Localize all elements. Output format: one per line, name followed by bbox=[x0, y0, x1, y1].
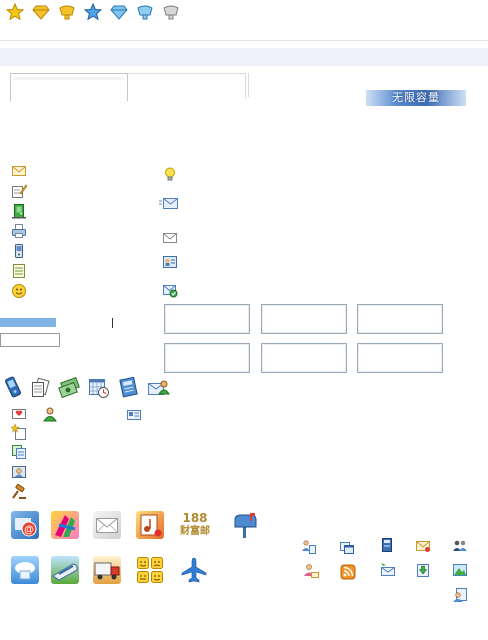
calendar-clock-icon[interactable] bbox=[88, 377, 110, 399]
book-icon[interactable] bbox=[379, 537, 395, 553]
compose-icon[interactable] bbox=[11, 183, 27, 199]
cloud-tile[interactable] bbox=[11, 556, 39, 584]
person-mail-icon[interactable] bbox=[303, 563, 319, 579]
group-icon[interactable] bbox=[452, 538, 468, 554]
diamond-blue-icon bbox=[110, 3, 128, 21]
mailbox-tile[interactable] bbox=[231, 511, 259, 539]
gavel-icon[interactable] bbox=[11, 484, 27, 500]
mail-heart-icon[interactable] bbox=[11, 406, 27, 422]
envelope-icon[interactable] bbox=[11, 163, 27, 179]
windows-icon[interactable] bbox=[339, 539, 355, 555]
music-card-tile[interactable] bbox=[136, 511, 164, 539]
tab-active-highlight bbox=[14, 77, 124, 80]
svg-text:@: @ bbox=[24, 525, 34, 536]
truck-tile[interactable] bbox=[93, 556, 121, 584]
mail-gray-icon[interactable] bbox=[162, 230, 178, 246]
user-settings-icon[interactable] bbox=[452, 587, 468, 603]
contacts-icon[interactable] bbox=[147, 377, 171, 399]
option-box-4[interactable] bbox=[164, 343, 250, 373]
door-icon[interactable] bbox=[11, 203, 27, 219]
train-tile[interactable] bbox=[51, 556, 79, 584]
option-box-6[interactable] bbox=[357, 343, 443, 373]
option-box-3[interactable] bbox=[357, 304, 443, 334]
printer-icon[interactable] bbox=[11, 223, 27, 239]
notepad-icon[interactable] bbox=[11, 263, 27, 279]
ribbon-tile[interactable] bbox=[51, 511, 79, 539]
tab-inactive[interactable] bbox=[128, 73, 246, 99]
nav-bar bbox=[0, 48, 488, 66]
mail-check-icon[interactable] bbox=[162, 282, 178, 298]
address-book-icon[interactable] bbox=[118, 376, 140, 398]
188-tile[interactable]: 188 财富邮 bbox=[180, 512, 210, 538]
lightbulb-icon[interactable] bbox=[162, 166, 178, 182]
mail-yellow-icon[interactable] bbox=[415, 538, 431, 554]
card-small-icon[interactable] bbox=[126, 407, 142, 423]
small-input[interactable] bbox=[0, 333, 60, 347]
mail-blue-icon[interactable] bbox=[159, 195, 179, 211]
rss-icon[interactable] bbox=[340, 564, 356, 580]
web-mail-tile[interactable]: @ bbox=[11, 511, 39, 539]
tab-active[interactable] bbox=[10, 73, 128, 101]
download-icon[interactable] bbox=[415, 562, 431, 578]
storage-badge: 无限容量 bbox=[366, 90, 466, 106]
mail-send-icon[interactable] bbox=[380, 562, 396, 578]
copy-doc-icon[interactable] bbox=[11, 444, 27, 460]
people-icon[interactable] bbox=[301, 539, 317, 555]
contact-photo-icon[interactable] bbox=[11, 464, 27, 480]
contact-card-icon[interactable] bbox=[162, 254, 178, 270]
tab-divider bbox=[248, 73, 249, 97]
option-box-2[interactable] bbox=[261, 304, 347, 334]
landscape-icon[interactable] bbox=[452, 562, 468, 578]
money-icon[interactable] bbox=[57, 377, 81, 399]
option-box-1[interactable] bbox=[164, 304, 250, 334]
crown-blue-icon bbox=[136, 3, 154, 21]
documents-icon[interactable] bbox=[29, 377, 51, 399]
user-green-icon[interactable] bbox=[42, 406, 58, 422]
crown-silver-icon bbox=[162, 3, 180, 21]
diamond-gold-icon bbox=[32, 3, 50, 21]
star-blue-icon bbox=[84, 3, 102, 21]
star-gold-icon bbox=[6, 3, 24, 21]
airplane-tile[interactable] bbox=[180, 556, 208, 584]
selection-bar[interactable] bbox=[0, 318, 56, 327]
text-cursor bbox=[112, 318, 113, 328]
188-tile-caption: 财富邮 bbox=[180, 526, 210, 537]
mobile-icon[interactable] bbox=[11, 243, 27, 259]
envelope-tile[interactable] bbox=[93, 511, 121, 539]
header-divider bbox=[0, 40, 488, 41]
emoticon-tile[interactable] bbox=[136, 556, 164, 584]
crown-gold-icon bbox=[58, 3, 76, 21]
188-tile-number: 188 bbox=[182, 511, 208, 525]
option-box-5[interactable] bbox=[261, 343, 347, 373]
smiley-icon[interactable] bbox=[11, 283, 27, 299]
phone-icon[interactable] bbox=[2, 375, 24, 399]
new-folder-icon[interactable] bbox=[11, 424, 27, 440]
